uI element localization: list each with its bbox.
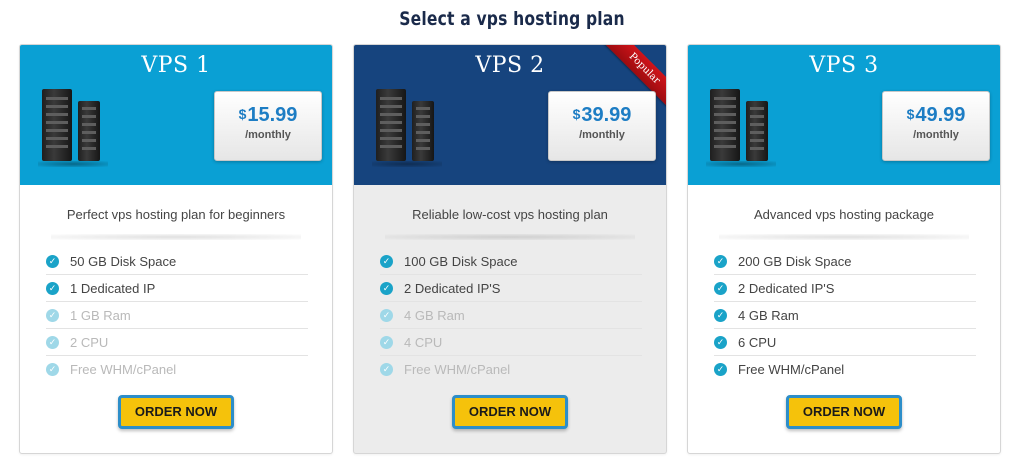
feature-item: ✓ 2 Dedicated IP'S — [714, 275, 976, 302]
plan-card-vps3: VPS 3 $49.99 /monthly Advanced vps hosti… — [687, 44, 1001, 454]
feature-label: 6 CPU — [738, 334, 777, 350]
page-title: Select a vps hosting plan — [399, 8, 625, 30]
order-now-button[interactable]: ORDER NOW — [786, 395, 902, 429]
price: $15.99 — [215, 104, 321, 127]
feature-item: ✓ 4 GB Ram — [380, 302, 642, 329]
feature-label: 4 CPU — [404, 334, 443, 350]
check-icon: ✓ — [380, 363, 393, 376]
check-icon: ✓ — [714, 281, 727, 295]
feature-list: ✓ 200 GB Disk Space ✓ 2 Dedicated IP'S ✓ 4 … — [714, 248, 976, 383]
price: $39.99 — [549, 104, 655, 127]
price-amount: 15.99 — [247, 104, 298, 126]
feature-label: Free WHM/cPanel — [738, 362, 845, 377]
divider — [719, 234, 969, 240]
feature-item: ✓ 50 GB Disk Space — [46, 248, 308, 275]
feature-item: ✓ Free WHM/cPanel — [380, 356, 642, 383]
feature-label: Free WHM/cPanel — [70, 362, 177, 377]
plan-card-vps1: VPS 1 $15.99 /monthly Perfect vps hostin… — [19, 44, 333, 454]
check-icon: ✓ — [46, 363, 59, 376]
plan-tagline: Advanced vps hosting package — [754, 207, 934, 222]
plan-header: VPS 1 $15.99 /monthly — [20, 45, 332, 185]
price-currency: $ — [906, 106, 915, 122]
price-currency: $ — [572, 106, 581, 122]
server-rack-icon — [38, 89, 108, 167]
feature-list: ✓ 50 GB Disk Space ✓ 1 Dedicated IP ✓ 1 GB … — [46, 248, 308, 383]
feature-label: 1 GB Ram — [70, 307, 131, 323]
plan-header: VPS 2 Popular $39.99 /monthly — [354, 45, 666, 185]
check-icon: ✓ — [380, 281, 393, 295]
feature-item: ✓ 4 CPU — [380, 329, 642, 356]
check-icon: ✓ — [46, 308, 59, 322]
price-box: $15.99 /monthly — [214, 91, 322, 161]
divider — [51, 234, 301, 240]
check-icon: ✓ — [380, 308, 393, 322]
check-icon: ✓ — [380, 254, 393, 268]
feature-label: 200 GB Disk Space — [738, 253, 852, 269]
feature-label: 4 GB Ram — [404, 307, 465, 323]
feature-label: 4 GB Ram — [738, 307, 799, 323]
feature-label: 50 GB Disk Space — [70, 253, 177, 269]
check-icon: ✓ — [46, 335, 59, 349]
plan-tagline: Perfect vps hosting plan for beginners — [66, 207, 286, 222]
plan-card-vps2: VPS 2 Popular $39.99 /monthly Reliable l… — [353, 44, 667, 454]
check-icon: ✓ — [714, 308, 727, 322]
price: $49.99 — [883, 104, 989, 127]
feature-item: ✓ 100 GB Disk Space — [380, 248, 642, 275]
price-currency: $ — [238, 106, 247, 122]
feature-item: ✓ 200 GB Disk Space — [714, 248, 976, 275]
plan-name: VPS 1 — [141, 53, 211, 78]
feature-label: 2 Dedicated IP'S — [404, 280, 501, 296]
feature-item: ✓ 1 Dedicated IP — [46, 275, 308, 302]
feature-item: ✓ 1 GB Ram — [46, 302, 308, 329]
feature-item: ✓ 6 CPU — [714, 329, 976, 356]
price-box: $49.99 /monthly — [882, 91, 990, 161]
check-icon: ✓ — [46, 254, 59, 268]
feature-item: ✓ 4 GB Ram — [714, 302, 976, 329]
plan-name: VPS 3 — [809, 53, 879, 78]
check-icon: ✓ — [46, 281, 59, 295]
price-period: /monthly — [913, 129, 959, 141]
price-period: /monthly — [579, 129, 625, 141]
price-amount: 49.99 — [915, 104, 966, 126]
plan-header: VPS 3 $49.99 /monthly — [688, 45, 1000, 185]
feature-label: 1 Dedicated IP — [70, 280, 156, 296]
feature-item: ✓ Free WHM/cPanel — [46, 356, 308, 383]
feature-list: ✓ 100 GB Disk Space ✓ 2 Dedicated IP'S ✓ 4 … — [380, 248, 642, 383]
check-icon: ✓ — [714, 335, 727, 349]
check-icon: ✓ — [380, 335, 393, 349]
feature-item: ✓ 2 Dedicated IP'S — [380, 275, 642, 302]
feature-label: Free WHM/cPanel — [404, 362, 511, 377]
feature-item: ✓ Free WHM/cPanel — [714, 356, 976, 383]
plan-tagline: Reliable low-cost vps hosting plan — [412, 207, 608, 222]
feature-label: 100 GB Disk Space — [404, 253, 518, 269]
price-amount: 39.99 — [581, 104, 632, 126]
order-now-button[interactable]: ORDER NOW — [452, 395, 568, 429]
server-rack-icon — [372, 89, 442, 167]
feature-label: 2 CPU — [70, 334, 109, 350]
check-icon: ✓ — [714, 363, 727, 376]
price-period: /monthly — [245, 129, 291, 141]
divider — [385, 234, 635, 240]
server-rack-icon — [706, 89, 776, 167]
feature-item: ✓ 2 CPU — [46, 329, 308, 356]
feature-label: 2 Dedicated IP'S — [738, 280, 835, 296]
order-now-button[interactable]: ORDER NOW — [118, 395, 234, 429]
check-icon: ✓ — [714, 254, 727, 268]
price-box: $39.99 /monthly — [548, 91, 656, 161]
